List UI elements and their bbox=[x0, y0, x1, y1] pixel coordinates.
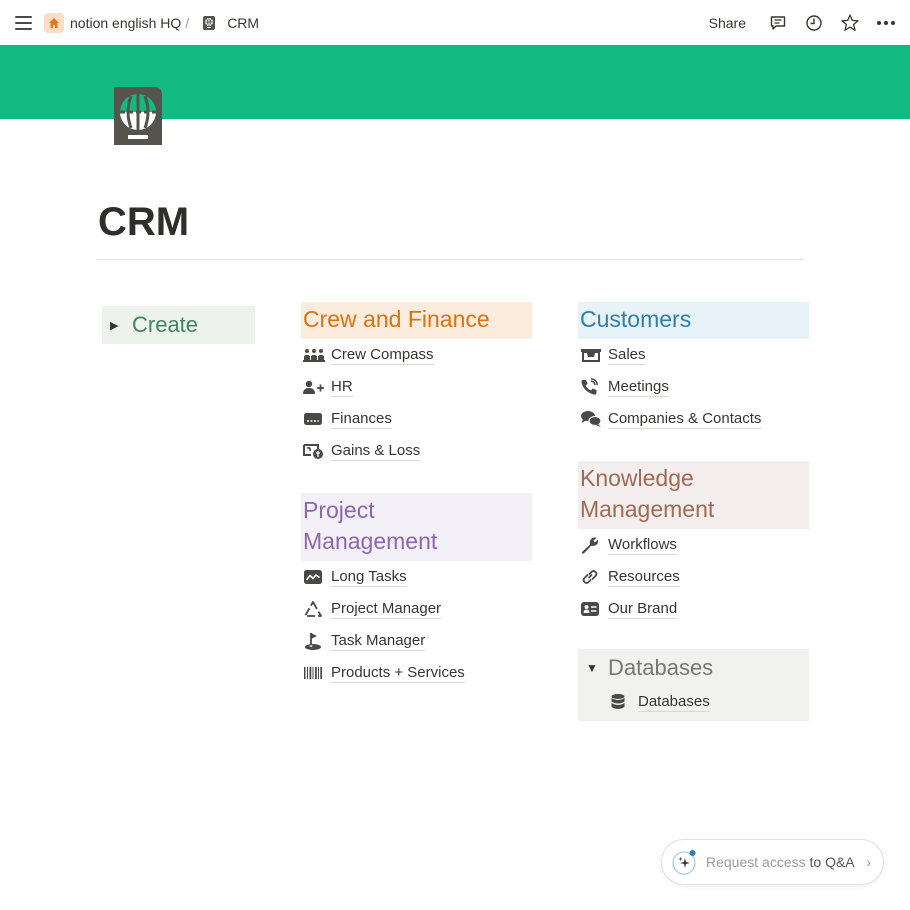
link-sales[interactable]: Sales bbox=[578, 339, 809, 371]
passport-icon[interactable] bbox=[113, 86, 163, 146]
link-label: Our Brand bbox=[608, 600, 678, 619]
link-workflows[interactable]: Workflows bbox=[578, 529, 809, 561]
link-label: Long Tasks bbox=[331, 568, 407, 587]
breadcrumb-separator: / bbox=[185, 14, 190, 31]
link-crew-compass[interactable]: Crew Compass bbox=[301, 339, 532, 371]
clock-icon[interactable] bbox=[804, 13, 824, 33]
link-label: Resources bbox=[608, 568, 680, 587]
link-label: Workflows bbox=[608, 536, 677, 555]
group-icon bbox=[303, 345, 327, 365]
sidebar-menu-button[interactable] bbox=[12, 11, 36, 35]
menu-icon bbox=[15, 15, 32, 18]
heading-project-management: Project Management bbox=[301, 493, 532, 561]
create-toggle[interactable]: ▶ Create bbox=[102, 306, 255, 344]
home-icon bbox=[44, 12, 64, 33]
qa-label-muted: Request access bbox=[706, 854, 806, 870]
request-qa-access-button[interactable]: Request access to Q&A › bbox=[661, 839, 884, 885]
column-customers-knowledge: Customers Sales Meetings Companies & Con… bbox=[578, 302, 809, 721]
request-qa-access-label: Request access to Q&A bbox=[706, 854, 855, 870]
recycle-triangle-icon bbox=[303, 599, 327, 619]
link-label: Databases bbox=[638, 693, 710, 712]
link-products-services[interactable]: Products + Services bbox=[301, 657, 532, 689]
line-chart-icon bbox=[303, 567, 327, 587]
link-label: Finances bbox=[331, 410, 392, 429]
link-hr[interactable]: HR bbox=[301, 371, 532, 403]
link-finances[interactable]: Finances bbox=[301, 403, 532, 435]
toggle-open-icon[interactable]: ▼ bbox=[586, 661, 608, 675]
golf-flag-icon bbox=[303, 631, 327, 651]
link-databases[interactable]: Databases bbox=[578, 687, 809, 717]
breadcrumb-workspace-label: notion english HQ bbox=[70, 14, 182, 31]
databases-toggle[interactable]: ▼ Databases bbox=[578, 649, 809, 687]
divider bbox=[96, 259, 804, 260]
link-label: Products + Services bbox=[331, 664, 465, 683]
heading-crew-finance: Crew and Finance bbox=[301, 302, 532, 339]
link-task-manager[interactable]: Task Manager bbox=[301, 625, 532, 657]
page-title[interactable]: CRM bbox=[98, 200, 189, 245]
link-companies-contacts[interactable]: Companies & Contacts bbox=[578, 403, 809, 435]
breadcrumb: notion english HQ / CRM bbox=[44, 12, 259, 33]
sparkle-icon bbox=[672, 849, 698, 875]
money-exchange-icon bbox=[303, 441, 327, 461]
link-gains-loss[interactable]: Gains & Loss bbox=[301, 435, 532, 467]
share-button[interactable]: Share bbox=[709, 15, 746, 31]
link-label: Crew Compass bbox=[331, 346, 434, 365]
databases-toggle-block: ▼ Databases Databases bbox=[578, 649, 809, 721]
create-toggle-label: Create bbox=[132, 312, 199, 337]
qa-label-strong: to Q&A bbox=[805, 854, 855, 870]
chat-bubbles-icon bbox=[580, 409, 604, 429]
top-bar: notion english HQ / CRM Share bbox=[0, 0, 910, 45]
menu-icon-line bbox=[15, 21, 32, 24]
databases-toggle-label: Databases bbox=[608, 655, 714, 680]
link-long-tasks[interactable]: Long Tasks bbox=[301, 561, 532, 593]
heading-customers: Customers bbox=[578, 302, 809, 339]
phone-call-icon bbox=[580, 377, 604, 397]
top-actions: Share bbox=[709, 0, 896, 45]
wrench-icon bbox=[580, 535, 604, 555]
comment-icon[interactable] bbox=[768, 13, 788, 33]
link-label: Meetings bbox=[608, 378, 669, 397]
barcode-icon bbox=[303, 663, 327, 683]
link-label: Task Manager bbox=[331, 632, 426, 651]
cash-register-icon bbox=[580, 345, 604, 365]
breadcrumb-workspace[interactable]: notion english HQ bbox=[44, 12, 182, 33]
passport-icon bbox=[203, 15, 216, 30]
link-label: Sales bbox=[608, 346, 646, 365]
link-resources[interactable]: Resources bbox=[578, 561, 809, 593]
column-crew-projects: Crew and Finance Crew Compass HR Finance… bbox=[301, 302, 532, 689]
link-icon bbox=[580, 567, 604, 587]
link-label: HR bbox=[331, 378, 353, 397]
more-icon[interactable] bbox=[876, 13, 896, 33]
column-create: ▶ Create bbox=[102, 306, 255, 344]
add-user-icon bbox=[303, 377, 327, 397]
database-icon bbox=[610, 692, 634, 712]
star-icon[interactable] bbox=[840, 13, 860, 33]
link-project-manager[interactable]: Project Manager bbox=[301, 593, 532, 625]
link-our-brand[interactable]: Our Brand bbox=[578, 593, 809, 625]
link-label: Project Manager bbox=[331, 600, 442, 619]
link-label: Companies & Contacts bbox=[608, 410, 762, 429]
link-label: Gains & Loss bbox=[331, 442, 421, 461]
link-meetings[interactable]: Meetings bbox=[578, 371, 809, 403]
menu-icon-line bbox=[15, 27, 32, 30]
heading-knowledge-management: Knowledge Management bbox=[578, 461, 809, 529]
toggle-closed-icon[interactable]: ▶ bbox=[110, 319, 132, 332]
breadcrumb-page[interactable]: CRM bbox=[201, 15, 259, 31]
breadcrumb-page-label: CRM bbox=[227, 14, 260, 31]
chevron-right-icon: › bbox=[866, 854, 871, 870]
credit-card-icon bbox=[303, 409, 327, 429]
id-card-icon bbox=[580, 599, 604, 619]
